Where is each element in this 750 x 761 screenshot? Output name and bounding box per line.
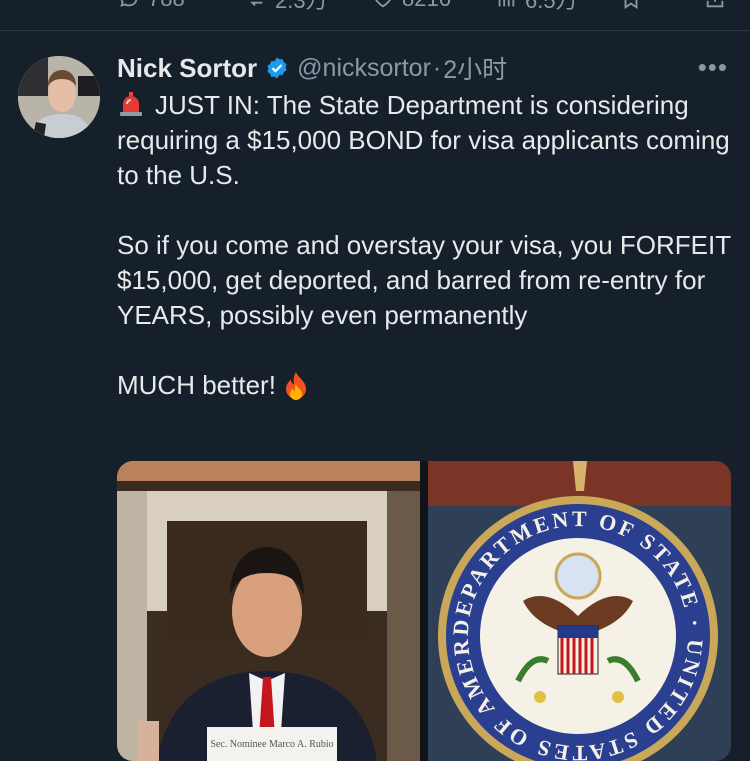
rubio-hearing-image: Sec. Nominee Marco A. Rubio bbox=[117, 461, 420, 761]
reply-button[interactable]: 788 bbox=[118, 0, 185, 12]
state-department-seal-photo[interactable]: DEPARTMENT OF STATE · UNITED STATES OF A… bbox=[419, 461, 731, 761]
tweet-line-1: JUST IN: The State Department is conside… bbox=[117, 90, 730, 190]
more-options-button[interactable]: ••• bbox=[698, 52, 728, 83]
heart-icon bbox=[375, 0, 391, 8]
author-avatar[interactable] bbox=[18, 56, 100, 138]
verified-badge-icon bbox=[267, 57, 287, 79]
reply-count: 788 bbox=[148, 0, 185, 12]
previous-tweet-action-bar: 788 2.3万 8216 6.5万 bbox=[0, 0, 750, 31]
share-button[interactable] bbox=[704, 0, 726, 10]
senate-hearing-photo[interactable]: Sec. Nominee Marco A. Rubio bbox=[117, 461, 420, 761]
avatar-photo bbox=[18, 56, 100, 138]
fire-emoji-icon bbox=[285, 372, 306, 400]
tweet-body: JUST IN: The State Department is conside… bbox=[117, 88, 732, 403]
author-name[interactable]: Nick Sortor bbox=[117, 53, 257, 84]
like-count: 8216 bbox=[402, 0, 451, 12]
repost-button[interactable]: 2.3万 bbox=[245, 0, 328, 13]
views-button[interactable]: 6.5万 bbox=[495, 0, 578, 13]
tweet-line-3: MUCH better! bbox=[117, 370, 276, 400]
share-icon bbox=[706, 0, 724, 8]
repost-count: 2.3万 bbox=[275, 0, 328, 13]
more-icon: ••• bbox=[697, 52, 728, 82]
bookmark-icon bbox=[624, 0, 638, 9]
like-button[interactable]: 8216 bbox=[372, 0, 451, 12]
nameplate-text: Sec. Nominee Marco A. Rubio bbox=[210, 739, 333, 750]
tweet-paragraph-1: JUST IN: The State Department is conside… bbox=[117, 88, 732, 193]
tweet-line-2: So if you come and overstay your visa, y… bbox=[117, 230, 731, 330]
meta-separator: · bbox=[432, 53, 442, 82]
bookmark-button[interactable] bbox=[620, 0, 642, 10]
tweet-paragraph-3: MUCH better! bbox=[117, 368, 732, 403]
author-handle[interactable]: @nicksortor bbox=[297, 54, 431, 83]
views-count: 6.5万 bbox=[525, 0, 578, 13]
views-icon bbox=[498, 0, 515, 7]
repost-icon bbox=[250, 1, 263, 7]
tweet-header: Nick Sortor @nicksortor · 2小时 bbox=[117, 50, 507, 86]
tweet-media[interactable]: Sec. Nominee Marco A. Rubio DEPARTMENT O… bbox=[117, 461, 731, 761]
department-of-state-seal-image: DEPARTMENT OF STATE · UNITED STATES OF A… bbox=[419, 461, 731, 761]
tweet-time[interactable]: 2小时 bbox=[443, 50, 507, 86]
reply-icon bbox=[120, 0, 138, 7]
siren-emoji-icon bbox=[120, 92, 142, 116]
